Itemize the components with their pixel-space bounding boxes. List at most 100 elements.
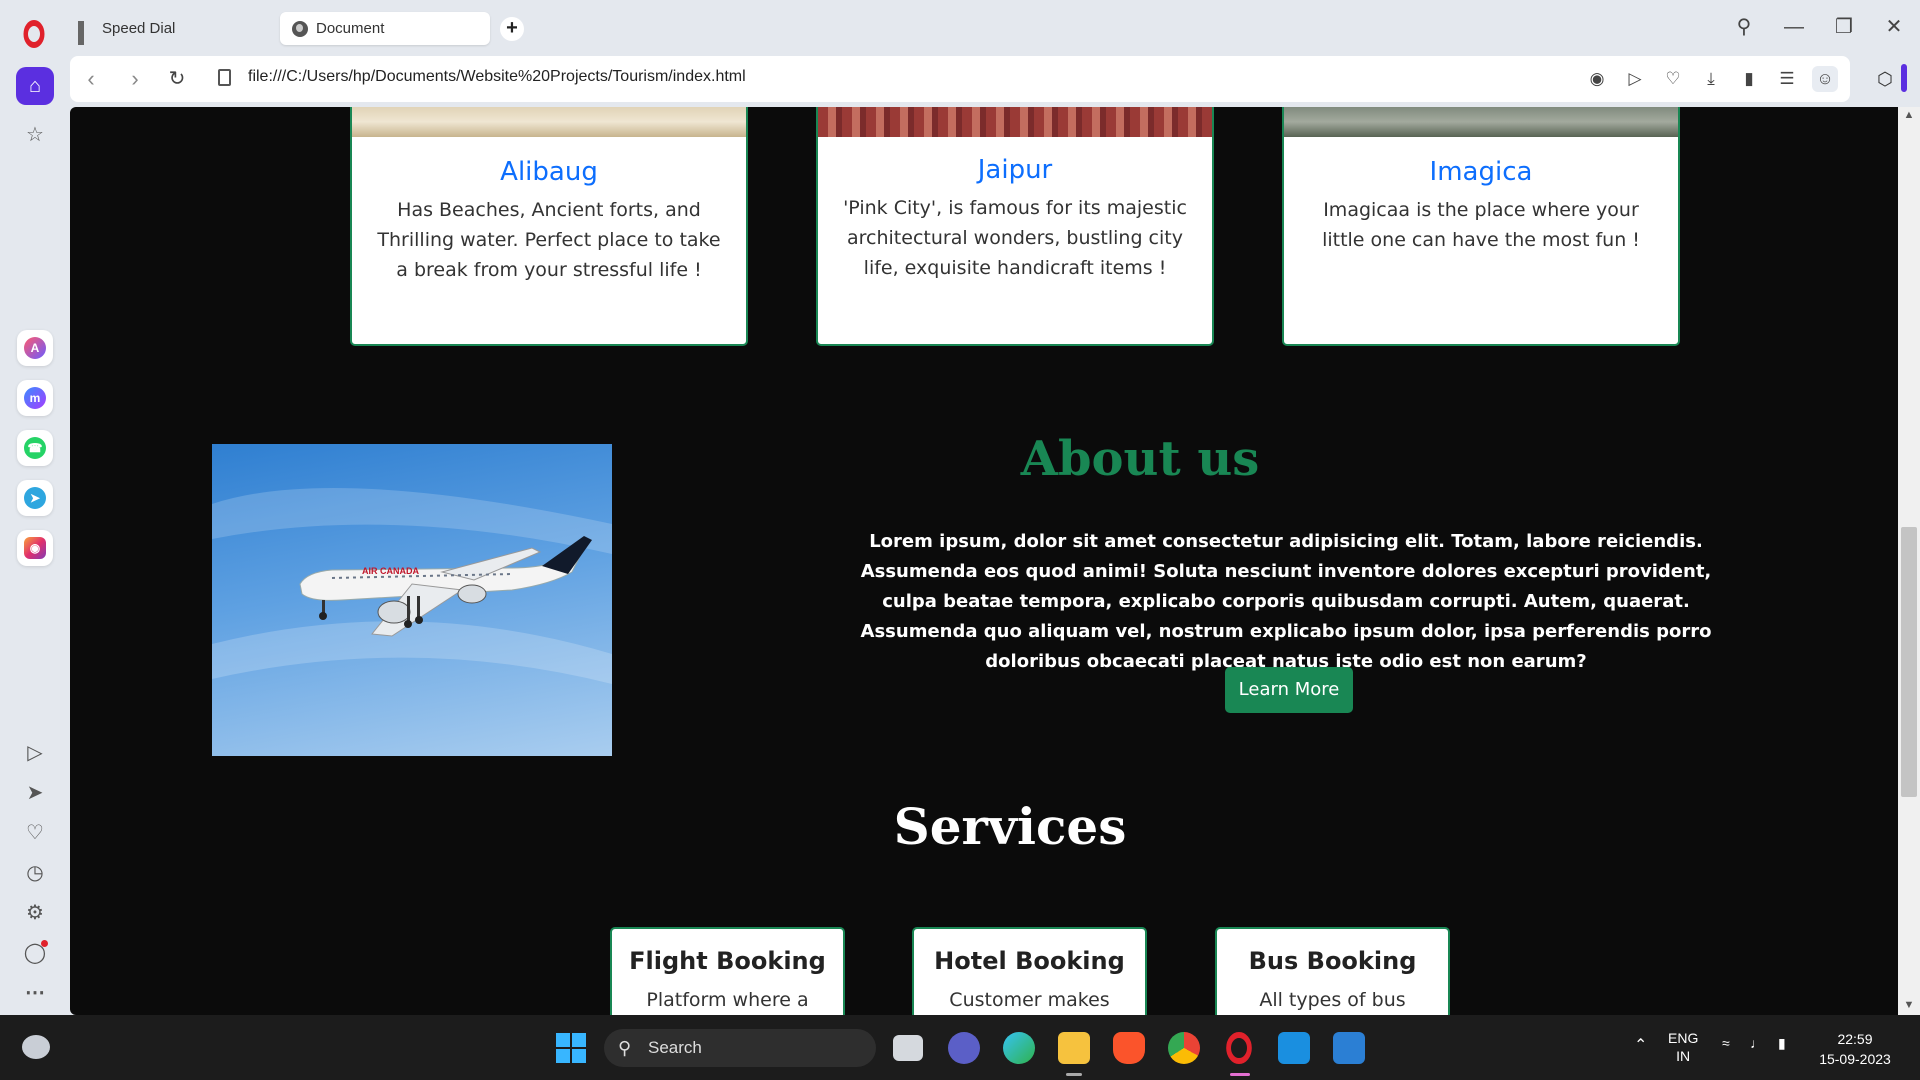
battery-saver-icon[interactable]: ▮ [1736,66,1762,92]
download-icon[interactable]: ⤓ [1698,66,1724,92]
back-button[interactable]: ‹ [76,64,106,94]
close-button[interactable]: ✕ [1876,12,1912,42]
camera-icon[interactable]: ◉ [1584,66,1610,92]
service-text: Platform where a [646,989,809,1011]
language-indicator[interactable]: ENG IN [1668,1029,1698,1065]
destination-card: Alibaug Has Beaches, Ancient forts, and … [350,107,748,346]
service-text: Customer makes [949,989,1110,1011]
restore-button[interactable]: ❐ [1826,12,1862,42]
destination-card: Imagica Imagicaa is the place where your… [1282,107,1680,346]
aria-icon[interactable]: A [17,330,53,366]
destination-text: Has Beaches, Ancient forts, and Thrillin… [377,199,721,281]
notification-dot [41,940,48,947]
destination-photo [1284,107,1678,137]
service-title: Bus Booking [1248,947,1417,975]
tab-speed-dial[interactable]: Speed Dial [66,12,266,45]
search-tabs-icon[interactable]: ⚲ [1726,12,1762,42]
time-label: 22:59 [1837,1031,1873,1047]
mail-icon[interactable] [1333,1032,1365,1064]
taskbar: ⚲ Search ⌃ ENG IN ≈ ♩ ▮ 22:59 15-09-2023 [0,1015,1920,1080]
destination-title[interactable]: Imagica [1284,157,1678,187]
myhp-icon[interactable] [1278,1032,1310,1064]
sidebar-toggle-indicator[interactable] [1901,64,1907,92]
opera-logo-icon[interactable] [23,20,45,48]
destination-text: 'Pink City', is famous for its majestic … [843,197,1187,279]
destination-photo [352,107,746,137]
airplane-image: AIR CANADA [212,444,612,756]
active-indicator [1230,1073,1250,1076]
service-text: All types of bus [1259,989,1406,1011]
date-label: 15-09-2023 [1819,1051,1891,1067]
volume-icon[interactable]: ♩ [1750,1035,1764,1051]
brave-icon[interactable] [1113,1032,1145,1064]
windows-start-icon[interactable] [556,1033,586,1063]
search-label: Search [648,1038,702,1057]
about-text: Lorem ipsum, dolor sit amet consectetur … [860,531,1712,672]
more-icon[interactable]: ⋯ [19,977,51,1009]
opera-taskbar-icon[interactable] [1226,1032,1252,1064]
scroll-down-icon[interactable]: ▼ [1902,999,1916,1011]
tab-bar: Speed Dial Document + ⚲ — ❐ ✕ [0,0,1920,55]
about-title: About us [1020,431,1260,487]
destination-card: Jaipur 'Pink City', is famous for its ma… [816,107,1214,346]
heart-icon[interactable]: ♡ [19,817,51,849]
speed-dial-icon [78,20,94,45]
page-icon [218,69,231,86]
edge-icon[interactable] [1003,1032,1035,1064]
task-view-icon[interactable] [893,1035,923,1061]
instagram-icon[interactable]: ◉ [17,530,53,566]
home-icon[interactable]: ⌂ [16,67,54,105]
extensions-cube-icon[interactable]: ⬡ [1872,66,1898,92]
destination-title[interactable]: Alibaug [352,157,746,187]
chrome-icon[interactable] [1168,1032,1200,1064]
services-title: Services [893,797,1127,856]
star-icon[interactable]: ☆ [19,119,51,151]
messenger-icon[interactable]: m [17,380,53,416]
reload-button[interactable]: ↻ [162,64,192,94]
wifi-icon[interactable]: ≈ [1722,1035,1730,1051]
taskbar-search[interactable]: ⚲ Search [604,1029,876,1067]
minimize-button[interactable]: — [1776,12,1812,42]
flow-icon[interactable]: ▷ [1622,66,1648,92]
service-title: Hotel Booking [934,947,1125,975]
learn-more-button[interactable]: Learn More [1225,667,1353,713]
player-icon[interactable]: ▷ [19,737,51,769]
forward-button[interactable]: › [120,64,150,94]
extensions-area: ⬡ [1854,56,1920,102]
file-explorer-icon[interactable] [1058,1032,1090,1064]
service-title: Flight Booking [629,947,826,975]
whatsapp-icon[interactable]: ☎ [17,430,53,466]
airline-livery-text: AIR CANADA [362,566,419,576]
service-card: Bus Booking All types of bus [1215,927,1450,1015]
scroll-up-icon[interactable]: ▲ [1902,109,1916,121]
chevron-up-icon[interactable]: ⌃ [1634,1035,1647,1055]
page-scrollbar[interactable]: ▲ ▼ [1898,107,1920,1015]
weather-icon[interactable] [22,1035,50,1059]
address-bar: ‹ › ↻ file:///C:/Users/hp/Documents/Webs… [70,56,1850,102]
tab-label: Speed Dial [102,20,176,37]
send-icon[interactable]: ➤ [19,777,51,809]
history-icon[interactable]: ◷ [19,857,51,889]
service-card: Flight Booking Platform where a [610,927,845,1015]
language-label: ENG [1668,1030,1699,1046]
telegram-icon[interactable]: ➤ [17,480,53,516]
settings-icon[interactable]: ⚙ [19,897,51,929]
profile-icon[interactable]: ☺ [1812,66,1838,92]
heart-icon[interactable]: ♡ [1660,66,1686,92]
destination-title[interactable]: Jaipur [818,155,1212,185]
destination-text: Imagicaa is the place where your little … [1322,199,1640,251]
battery-icon[interactable]: ▮ [1778,1035,1786,1052]
new-tab-button[interactable]: + [500,17,524,41]
page-viewport: Alibaug Has Beaches, Ancient forts, and … [70,107,1898,1015]
easy-setup-icon[interactable]: ☰ [1774,66,1800,92]
globe-icon [292,20,308,37]
service-card: Hotel Booking Customer makes [912,927,1147,1015]
region-label: IN [1676,1048,1691,1064]
sidebar: ⌂ ☆ A m ☎ ➤ ◉ ▷ ➤ ♡ ◷ ⚙ ◯ ⋯ [0,55,70,1015]
tab-document[interactable]: Document [280,12,490,45]
scrollbar-thumb[interactable] [1901,527,1917,797]
clock[interactable]: 22:59 15-09-2023 [1810,1029,1900,1069]
tab-label: Document [316,20,385,37]
url-field[interactable]: file:///C:/Users/hp/Documents/Website%20… [248,68,746,86]
teams-icon[interactable] [948,1032,980,1064]
